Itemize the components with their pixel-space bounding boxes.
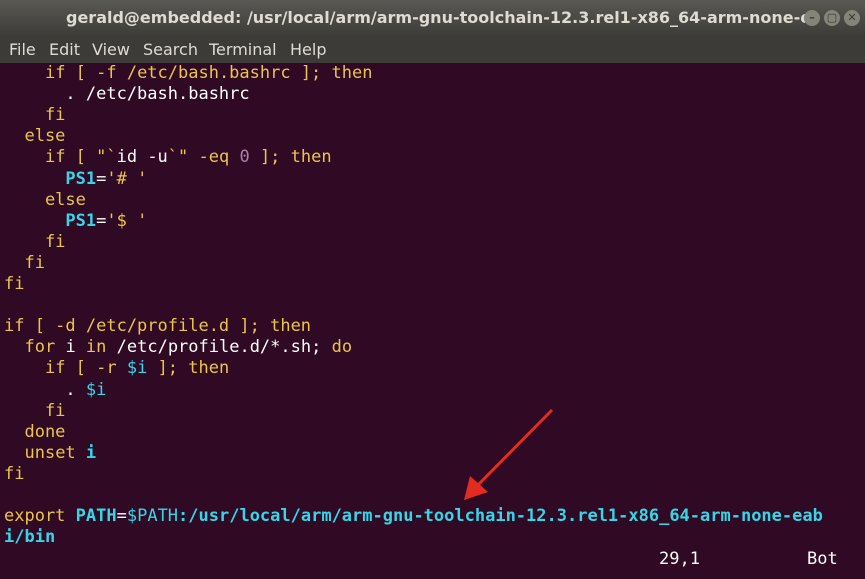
terminal-window: gerald@embedded: /usr/local/arm/arm-gnu-…: [0, 0, 865, 579]
annotation-arrow-icon: [464, 408, 554, 500]
